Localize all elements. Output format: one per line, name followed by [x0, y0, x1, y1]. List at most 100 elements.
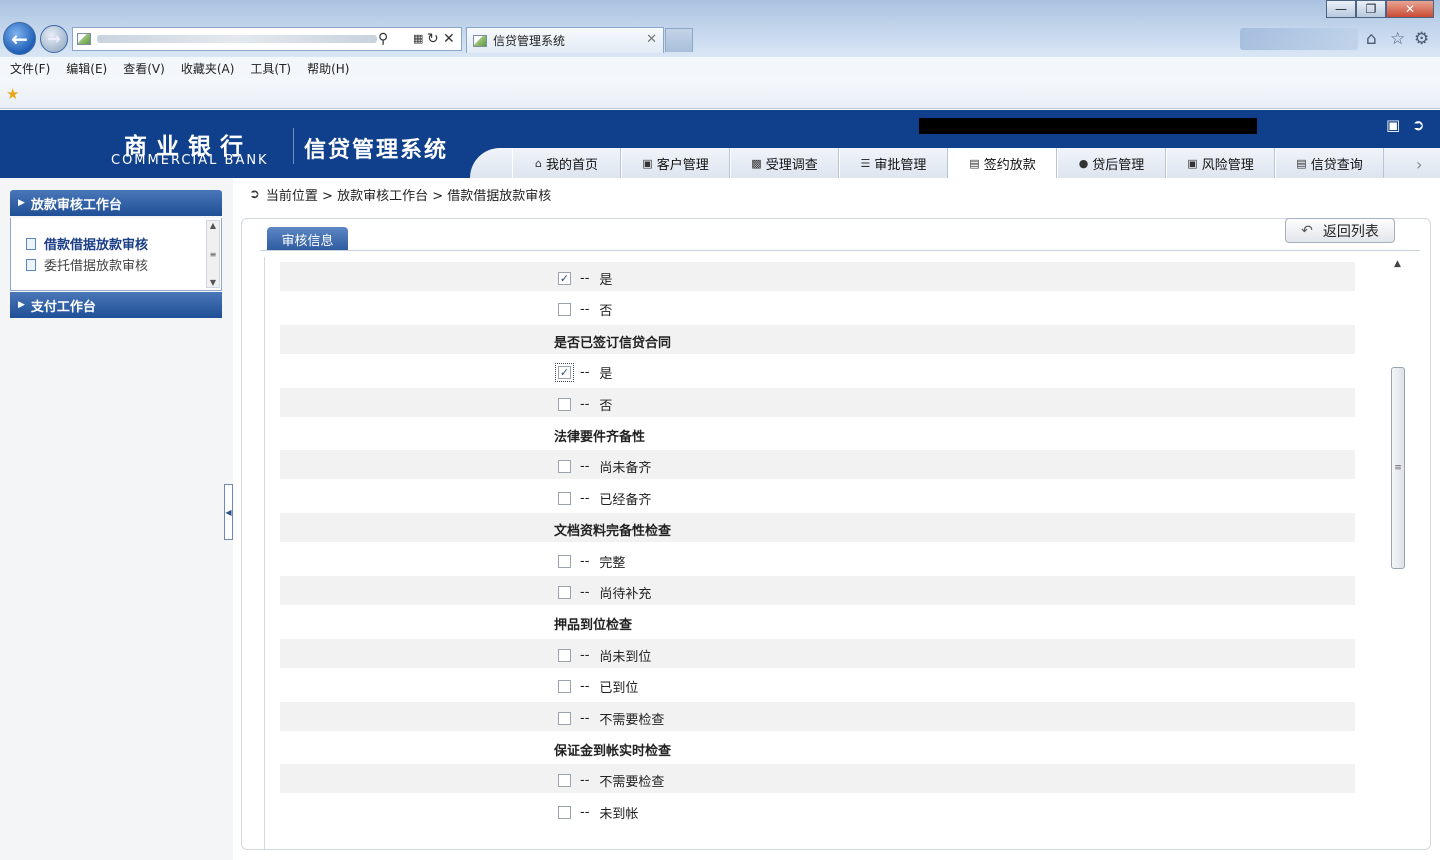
form-option: ✓ -- 是: [558, 269, 612, 288]
return-list-button[interactable]: ↶ 返回列表: [1285, 218, 1395, 243]
option-label: 否: [599, 304, 613, 319]
option-checkbox[interactable]: [558, 806, 571, 819]
desktop-icon[interactable]: ▣: [1386, 116, 1400, 134]
gear-icon[interactable]: ⚙: [1414, 29, 1429, 49]
nav-tab-label: 贷后管理: [1092, 157, 1145, 173]
option-checkbox[interactable]: [558, 555, 571, 568]
option-checkbox[interactable]: [558, 680, 571, 693]
nav-tab-query[interactable]: ▤ 信贷查询: [1275, 148, 1384, 178]
option-checkbox[interactable]: ✓: [558, 272, 571, 285]
logout-icon[interactable]: ➲: [1412, 116, 1425, 134]
form-option-row: -- 尚待补充: [280, 576, 1355, 605]
search-icon[interactable]: ⚲: [378, 30, 388, 48]
form-option-row: -- 已经备齐: [280, 482, 1355, 511]
option-checkbox[interactable]: [558, 712, 571, 725]
option-label: 是: [599, 367, 613, 382]
menu-tools[interactable]: 工具(T): [250, 60, 291, 77]
document-icon: [26, 258, 36, 271]
nav-tab-risk[interactable]: ▣ 风险管理: [1166, 148, 1275, 178]
minimize-icon[interactable]: —: [1326, 0, 1356, 18]
browser-search-box[interactable]: [1240, 28, 1358, 50]
nav-tab-postloan[interactable]: ● 贷后管理: [1057, 148, 1166, 178]
sidebar-section-label: 支付工作台: [30, 299, 96, 315]
option-checkbox[interactable]: [558, 460, 571, 473]
compat-view-icon[interactable]: ▦: [413, 30, 423, 48]
option-dash: --: [580, 459, 590, 474]
scroll-up-icon[interactable]: ▲: [1394, 259, 1401, 269]
option-checkbox[interactable]: [558, 303, 571, 316]
option-checkbox[interactable]: [558, 398, 571, 411]
sidebar-item-loan-audit[interactable]: 借款借据放款审核: [26, 234, 148, 253]
nav-tab-approval[interactable]: ☰ 审批管理: [839, 148, 948, 178]
refresh-icon[interactable]: ↻: [427, 30, 439, 48]
menu-help[interactable]: 帮助(H): [307, 60, 349, 77]
return-list-label: 返回列表: [1322, 223, 1379, 240]
option-checkbox[interactable]: [558, 492, 571, 505]
address-bar[interactable]: ⚲ ▦ ↻ ✕: [72, 27, 462, 51]
menu-file[interactable]: 文件(F): [10, 60, 50, 77]
form-option: -- 否: [558, 395, 612, 414]
option-dash: --: [580, 773, 590, 788]
scroll-up-icon[interactable]: ▲: [210, 221, 216, 230]
nav-tab-survey[interactable]: ▩ 受理调查: [730, 148, 839, 178]
sidebar-item-label: 借款借据放款审核: [44, 238, 149, 253]
scroll-thumb[interactable]: ≡: [1391, 367, 1405, 569]
option-checkbox[interactable]: [558, 774, 571, 787]
form-question-label: 押品到位检查: [554, 618, 633, 633]
sidebar-item-label: 委托借据放款审核: [44, 259, 149, 274]
option-dash: --: [580, 302, 590, 317]
option-checkbox[interactable]: [558, 586, 571, 599]
option-dash: --: [580, 491, 590, 506]
browser-menu-bar: 文件(F) 编辑(E) 查看(V) 收藏夹(A) 工具(T) 帮助(H): [0, 57, 1440, 79]
option-dash: --: [580, 365, 590, 380]
chevron-right-icon[interactable]: ›: [1416, 155, 1422, 174]
form-question-row: 是否已签订信贷合同: [280, 325, 1355, 354]
add-favorite-star-icon[interactable]: ★: [6, 85, 19, 103]
sidebar-section-payment[interactable]: ▶ 支付工作台: [10, 292, 222, 318]
tab-audit-info[interactable]: 审核信息: [267, 227, 348, 251]
option-checkbox[interactable]: [558, 649, 571, 662]
option-checkbox[interactable]: ✓: [555, 363, 574, 382]
nav-tab-contract[interactable]: ▤ 签约放款: [948, 148, 1057, 178]
tab-title: 信贷管理系统: [493, 34, 566, 48]
option-label: 是: [599, 273, 613, 288]
form-option-row: ✓ -- 是: [280, 262, 1355, 291]
survey-icon: ▩: [751, 156, 762, 170]
sidebar-submenu: 借款借据放款审核 委托借据放款审核 ▲ ≡ ▼: [10, 218, 222, 291]
option-label: 已到位: [599, 681, 639, 696]
forward-arrow-icon[interactable]: →: [40, 25, 68, 53]
new-tab-button[interactable]: [665, 28, 693, 52]
query-icon: ▤: [1296, 156, 1307, 170]
form-option: -- 已到位: [558, 677, 638, 696]
tab-close-icon[interactable]: ✕: [646, 32, 657, 47]
menu-edit[interactable]: 编辑(E): [66, 60, 107, 77]
back-arrow-icon[interactable]: ←: [3, 22, 36, 55]
home-icon[interactable]: ⌂: [1366, 29, 1377, 49]
sidebar-item-entrusted-audit[interactable]: 委托借据放款审核: [26, 255, 148, 274]
favorites-star-icon[interactable]: ☆: [1390, 29, 1405, 49]
sidebar-section-loan-audit[interactable]: ▶ 放款审核工作台: [10, 190, 222, 216]
browser-tab[interactable]: 信贷管理系统 ✕: [466, 27, 664, 53]
form-option: ✓ -- 是: [555, 363, 613, 382]
form-option: -- 完整: [558, 552, 625, 571]
nav-tab-home[interactable]: ⌂ 我的首页: [512, 148, 621, 178]
restore-icon[interactable]: ❐: [1356, 0, 1386, 18]
option-label: 不需要检查: [599, 775, 665, 790]
scroll-down-icon[interactable]: ▼: [210, 278, 216, 287]
form-option: -- 不需要检查: [558, 771, 664, 790]
option-label: 否: [599, 399, 613, 414]
stop-icon[interactable]: ✕: [443, 30, 455, 48]
menu-favorites[interactable]: 收藏夹(A): [181, 60, 235, 77]
sidebar-scrollbar[interactable]: ▲ ≡ ▼: [206, 220, 220, 288]
main-nav: ⌂ 我的首页 ▣ 客户管理 ▩ 受理调查 ☰ 审批管理 ▤ 签约放款 ● 贷后管理 ▣ 风险管…: [512, 148, 1384, 178]
form-scrollbar[interactable]: ▲ ≡: [1391, 259, 1408, 849]
nav-tab-label: 我的首页: [545, 157, 598, 173]
menu-view[interactable]: 查看(V): [123, 60, 165, 77]
audit-panel: 审核信息 ↶ 返回列表 ✓ -- 是 -- 否是否已签订信贷合同 ✓ -- 是 -- 否法律要件齐…: [241, 218, 1431, 850]
nav-tab-client[interactable]: ▣ 客户管理: [621, 148, 730, 178]
approval-icon: ☰: [860, 156, 871, 170]
nav-tab-label: 风险管理: [1201, 157, 1254, 173]
window-close-icon[interactable]: ✕: [1386, 0, 1434, 18]
sidebar-collapse-handle[interactable]: ◀: [224, 484, 233, 540]
form-option-row: ✓ -- 是: [280, 356, 1355, 385]
